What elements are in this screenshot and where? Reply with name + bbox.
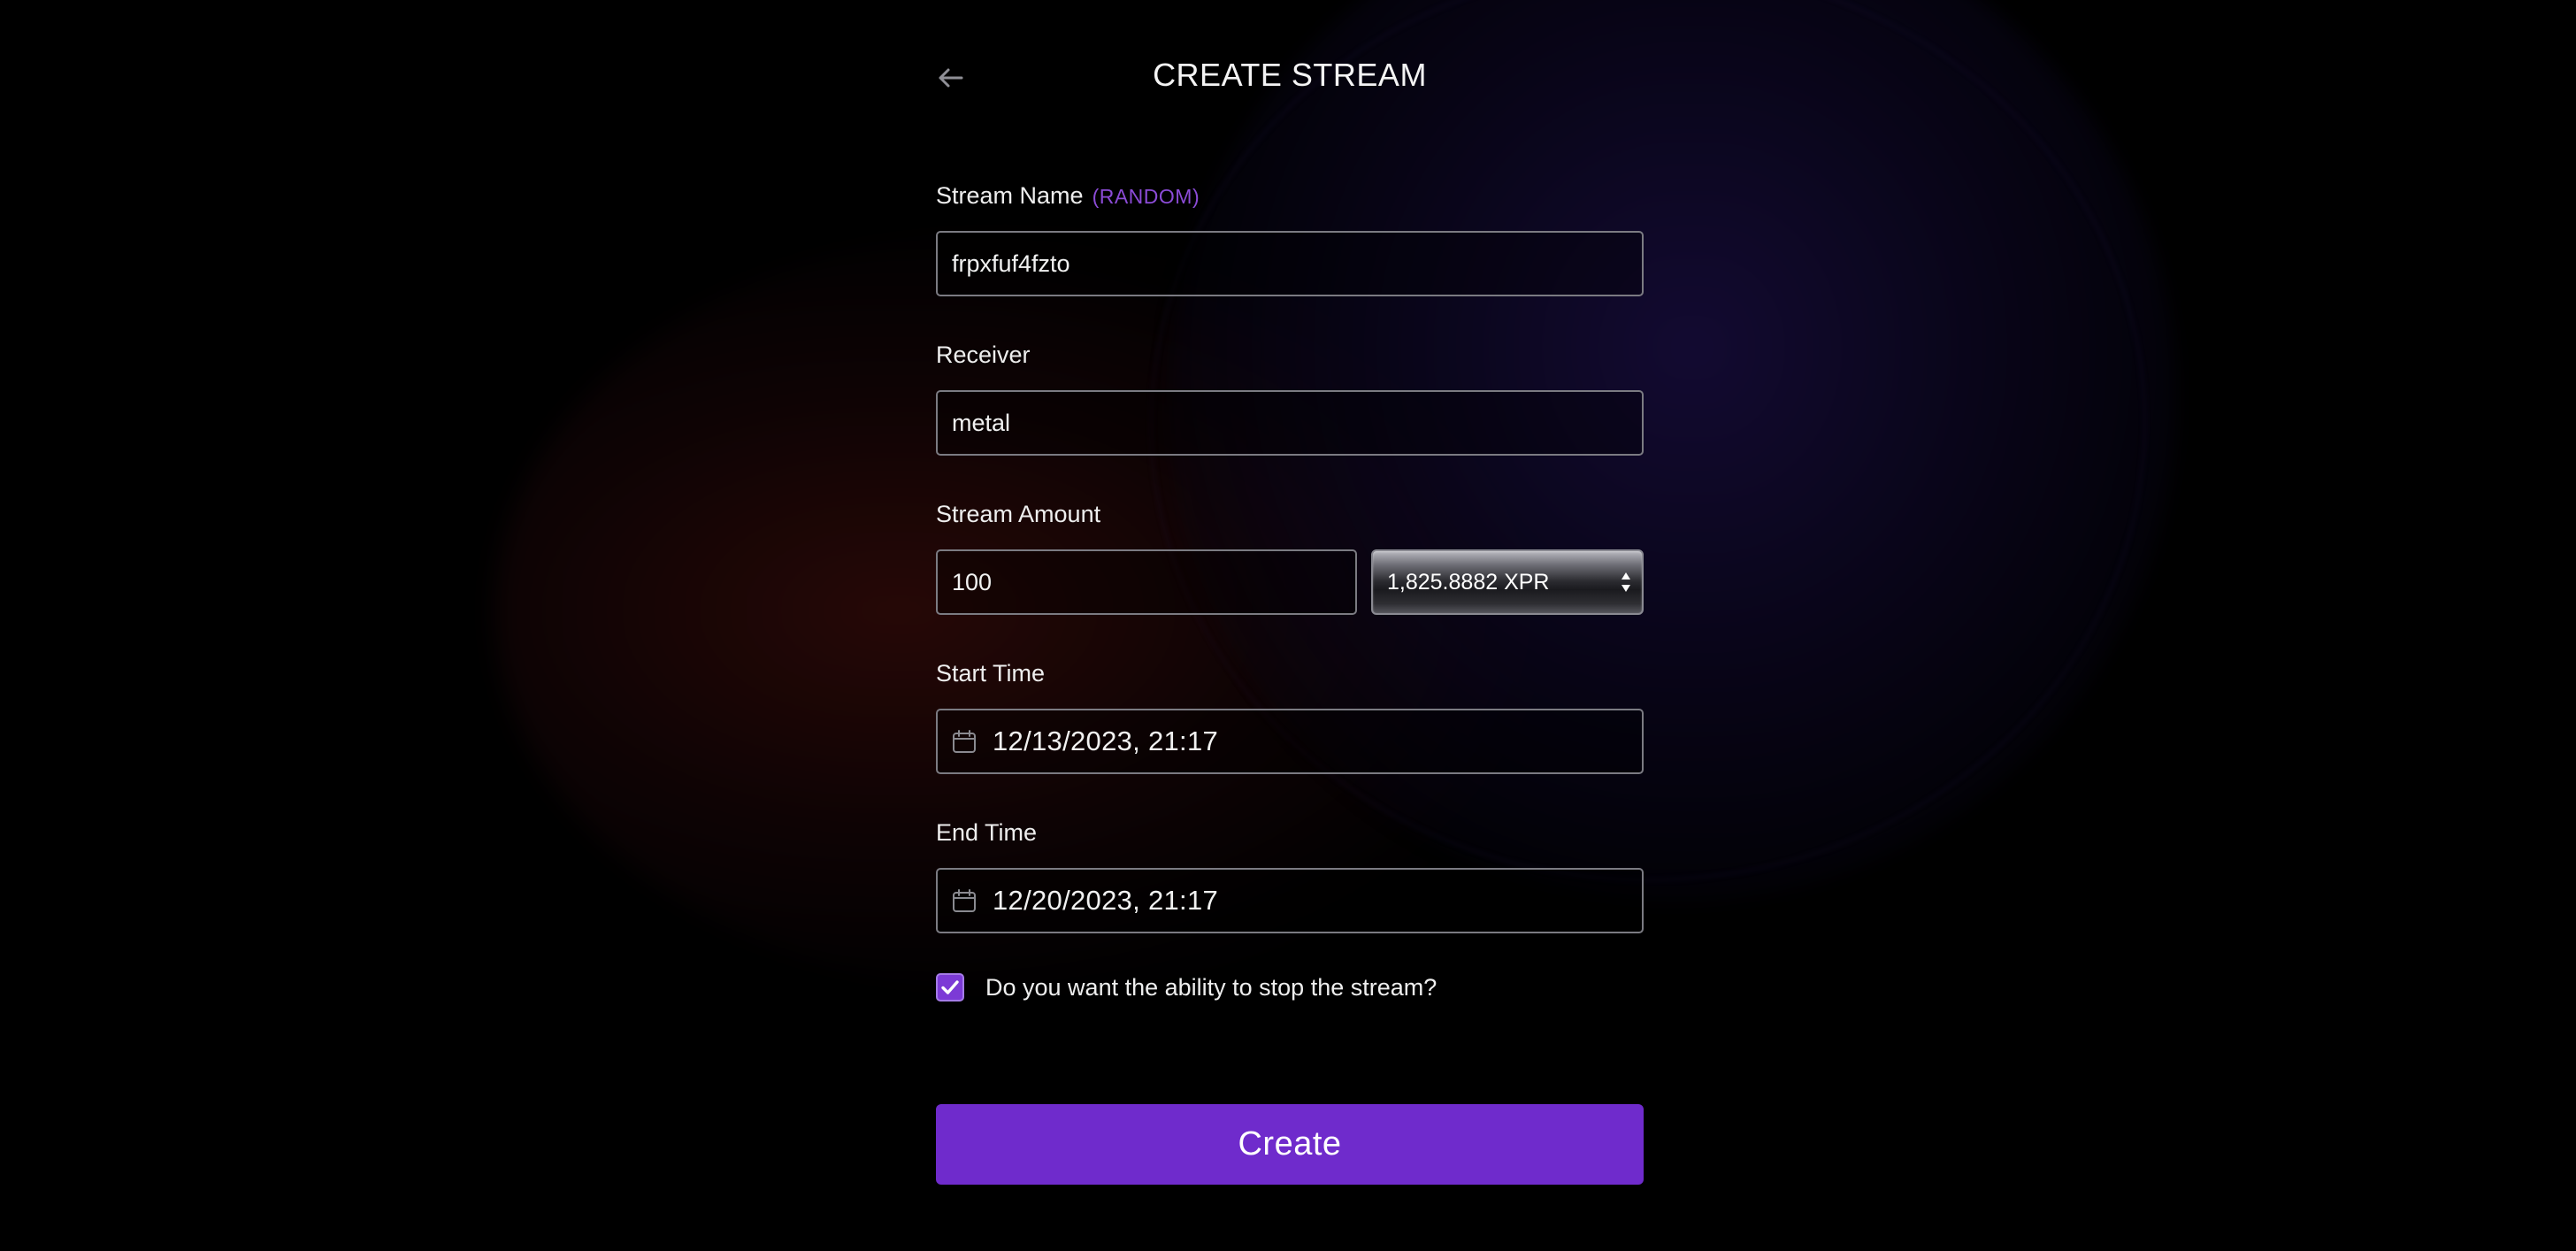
receiver-input[interactable] bbox=[952, 409, 1628, 437]
select-arrows-icon bbox=[1622, 572, 1630, 592]
stream-amount-label: Stream Amount bbox=[936, 501, 1101, 527]
stop-stream-checkbox[interactable] bbox=[936, 973, 964, 1002]
token-select-value: 1,825.8882 XPR bbox=[1387, 569, 1550, 595]
page-title: CREATE STREAM bbox=[1153, 57, 1427, 93]
receiver-label: Receiver bbox=[936, 342, 1031, 368]
stream-name-field[interactable] bbox=[936, 231, 1644, 296]
header: CREATE STREAM bbox=[936, 53, 1644, 103]
calendar-icon bbox=[953, 730, 976, 753]
receiver-field[interactable] bbox=[936, 390, 1644, 456]
stream-amount-input[interactable] bbox=[952, 568, 1341, 596]
start-time-value: 12/13/2023, 21:17 bbox=[993, 725, 1219, 756]
stream-name-label-text: Stream Name bbox=[936, 182, 1084, 209]
stream-name-label: Stream Name (RANDOM) bbox=[936, 182, 1200, 210]
stream-name-input[interactable] bbox=[952, 249, 1628, 278]
stop-stream-label: Do you want the ability to stop the stre… bbox=[985, 973, 1438, 1001]
token-select[interactable]: 1,825.8882 XPR bbox=[1371, 549, 1644, 615]
create-button[interactable]: Create bbox=[936, 1104, 1644, 1185]
background bbox=[0, 0, 2576, 1251]
checkmark-icon bbox=[941, 980, 959, 994]
start-time-field[interactable]: 12/13/2023, 21:17 bbox=[936, 709, 1644, 774]
stop-stream-option: Do you want the ability to stop the stre… bbox=[936, 971, 1437, 1003]
random-name-link[interactable]: (RANDOM) bbox=[1092, 185, 1200, 208]
end-time-value: 12/20/2023, 21:17 bbox=[993, 885, 1219, 916]
end-time-label: End Time bbox=[936, 819, 1038, 846]
end-time-field[interactable]: 12/20/2023, 21:17 bbox=[936, 868, 1644, 933]
start-time-label: Start Time bbox=[936, 660, 1046, 687]
stream-amount-field[interactable] bbox=[936, 549, 1357, 615]
calendar-icon bbox=[953, 889, 976, 912]
